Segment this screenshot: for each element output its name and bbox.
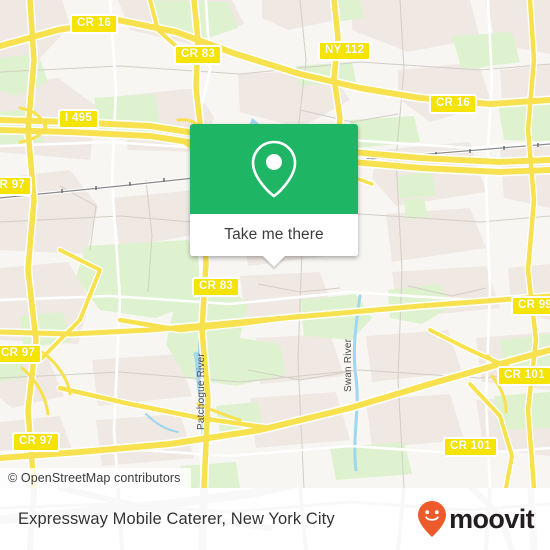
location-callout[interactable]: Take me there <box>190 124 358 267</box>
callout-pointer <box>263 256 285 267</box>
road-shield[interactable]: I 495 <box>58 109 100 129</box>
road-shield[interactable]: CR 101 <box>497 366 550 386</box>
take-me-there-label: Take me there <box>224 226 324 243</box>
moovit-pin-icon <box>418 501 447 537</box>
osm-attribution-label: © OpenStreetMap contributors <box>8 471 181 485</box>
callout-header <box>190 124 358 214</box>
take-me-there-button[interactable]: Take me there <box>190 214 358 267</box>
moovit-logo[interactable]: moovit <box>417 500 535 538</box>
river-label-patchogue: Patchogue River <box>196 353 207 430</box>
osm-attribution[interactable]: © OpenStreetMap contributors <box>0 468 191 488</box>
footer-bar: Expressway Mobile Caterer, New York City… <box>0 488 550 550</box>
map-canvas[interactable]: CR 16 CR 83 NY 112 CR 16 I 495 CR 97 CR … <box>0 0 550 488</box>
road-shield[interactable]: CR 99 <box>511 296 550 316</box>
river-label-swan: Swan River <box>343 338 354 392</box>
road-shield[interactable]: NY 112 <box>318 41 372 61</box>
road-shield[interactable]: CR 83 <box>174 45 223 65</box>
road-shield[interactable]: CR 83 <box>192 277 241 297</box>
moovit-wordmark: moovit <box>449 503 535 534</box>
page-title: Expressway Mobile Caterer, New York City <box>18 509 335 528</box>
road-shield[interactable]: CR 101 <box>443 437 498 457</box>
map-pin-icon <box>251 140 297 198</box>
road-shield[interactable]: CR 97 <box>12 432 61 452</box>
road-shield[interactable]: CR 16 <box>70 14 119 34</box>
moovit-map-screenshot: CR 16 CR 83 NY 112 CR 16 I 495 CR 97 CR … <box>0 0 550 550</box>
road-shield[interactable]: CR 97 <box>0 176 33 196</box>
road-shield[interactable]: CR 97 <box>0 344 43 364</box>
road-shield[interactable]: CR 16 <box>429 94 478 114</box>
